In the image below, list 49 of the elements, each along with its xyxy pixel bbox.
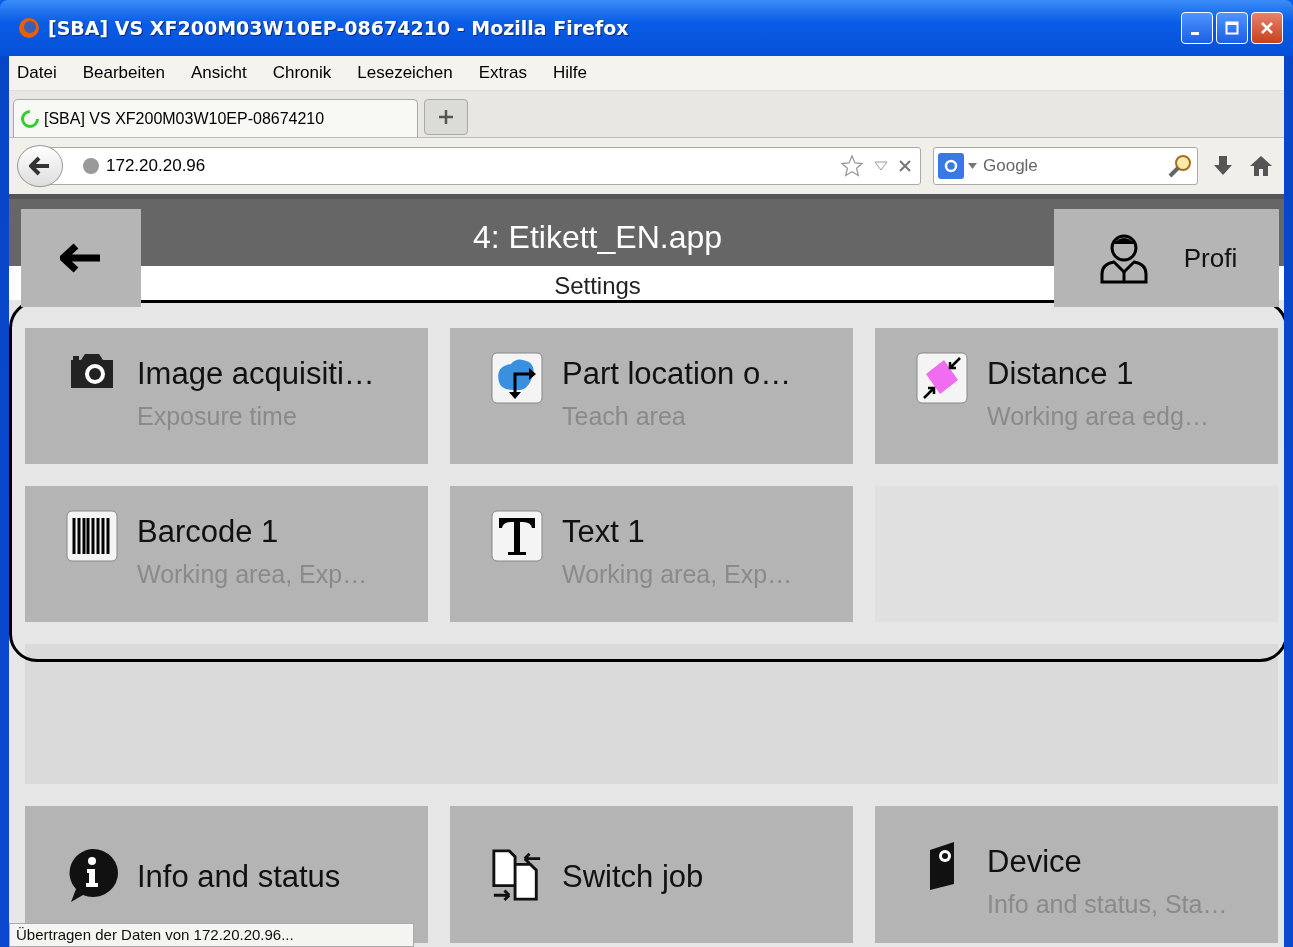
tile-title: Device — [987, 844, 1083, 880]
stop-icon[interactable] — [898, 159, 912, 173]
globe-icon — [82, 157, 100, 175]
app-title: 4: Etikett_EN.app — [473, 218, 722, 257]
tile-title: Info and status — [137, 858, 341, 895]
home-icon[interactable] — [1248, 153, 1274, 179]
new-tab-button[interactable] — [424, 99, 468, 135]
browser-tab[interactable]: [SBA] VS XF200M03W10EP-08674210 — [13, 99, 418, 137]
distance-icon — [915, 352, 969, 404]
tile-title: Distance 1 — [987, 356, 1135, 392]
star-icon[interactable] — [840, 154, 864, 178]
back-arrow-icon — [29, 156, 51, 176]
caret-icon — [968, 163, 977, 169]
arrow-path-icon — [490, 352, 544, 404]
user-profile-button[interactable]: Profi — [1054, 209, 1279, 307]
tile-title: Barcode 1 — [137, 514, 280, 550]
close-button[interactable] — [1251, 12, 1283, 44]
browser-logo-icon — [18, 17, 40, 39]
loading-icon — [20, 108, 40, 129]
status-tooltip: Übertragen der Daten von 172.20.20.96... — [9, 923, 414, 947]
plus-icon — [438, 109, 454, 125]
search-icon[interactable] — [1167, 153, 1193, 179]
letter-icon — [490, 510, 544, 562]
maximize-icon — [1225, 21, 1239, 35]
tile-title: Part location o… — [562, 356, 792, 392]
search-box[interactable]: Google — [933, 147, 1198, 185]
search-field[interactable]: Google — [981, 155, 1163, 177]
page-title: Settings — [554, 272, 641, 300]
menu-item[interactable]: Datei — [17, 61, 57, 85]
search-engine-icon[interactable] — [938, 153, 964, 179]
minimize-button[interactable] — [1181, 12, 1213, 44]
barcode-icon — [65, 510, 119, 562]
close-icon — [1260, 21, 1274, 35]
menu-item[interactable]: Bearbeiten — [82, 61, 165, 85]
back-button[interactable] — [21, 209, 141, 307]
menu-item[interactable]: Chronik — [272, 61, 332, 85]
back-arrow-icon — [60, 243, 102, 273]
tile-title: Switch job — [562, 858, 704, 895]
tile-title: Image acquisiti… — [137, 356, 375, 392]
tile-title: Text 1 — [562, 514, 646, 550]
window-title: [SBA] VS XF200M03W10EP-08674210 - Mozilla Firefox — [48, 17, 630, 39]
back-button[interactable] — [17, 145, 63, 187]
menu-item[interactable]: Hilfe — [552, 61, 587, 85]
maximize-button[interactable] — [1216, 12, 1248, 44]
settings-tile[interactable]: Switch job — [450, 806, 853, 943]
menu-item[interactable]: Ansicht — [190, 61, 247, 85]
menu-item[interactable]: Extras — [478, 61, 527, 85]
menu-item[interactable]: Lesezeichen — [357, 61, 453, 85]
minimize-icon — [1191, 31, 1199, 35]
